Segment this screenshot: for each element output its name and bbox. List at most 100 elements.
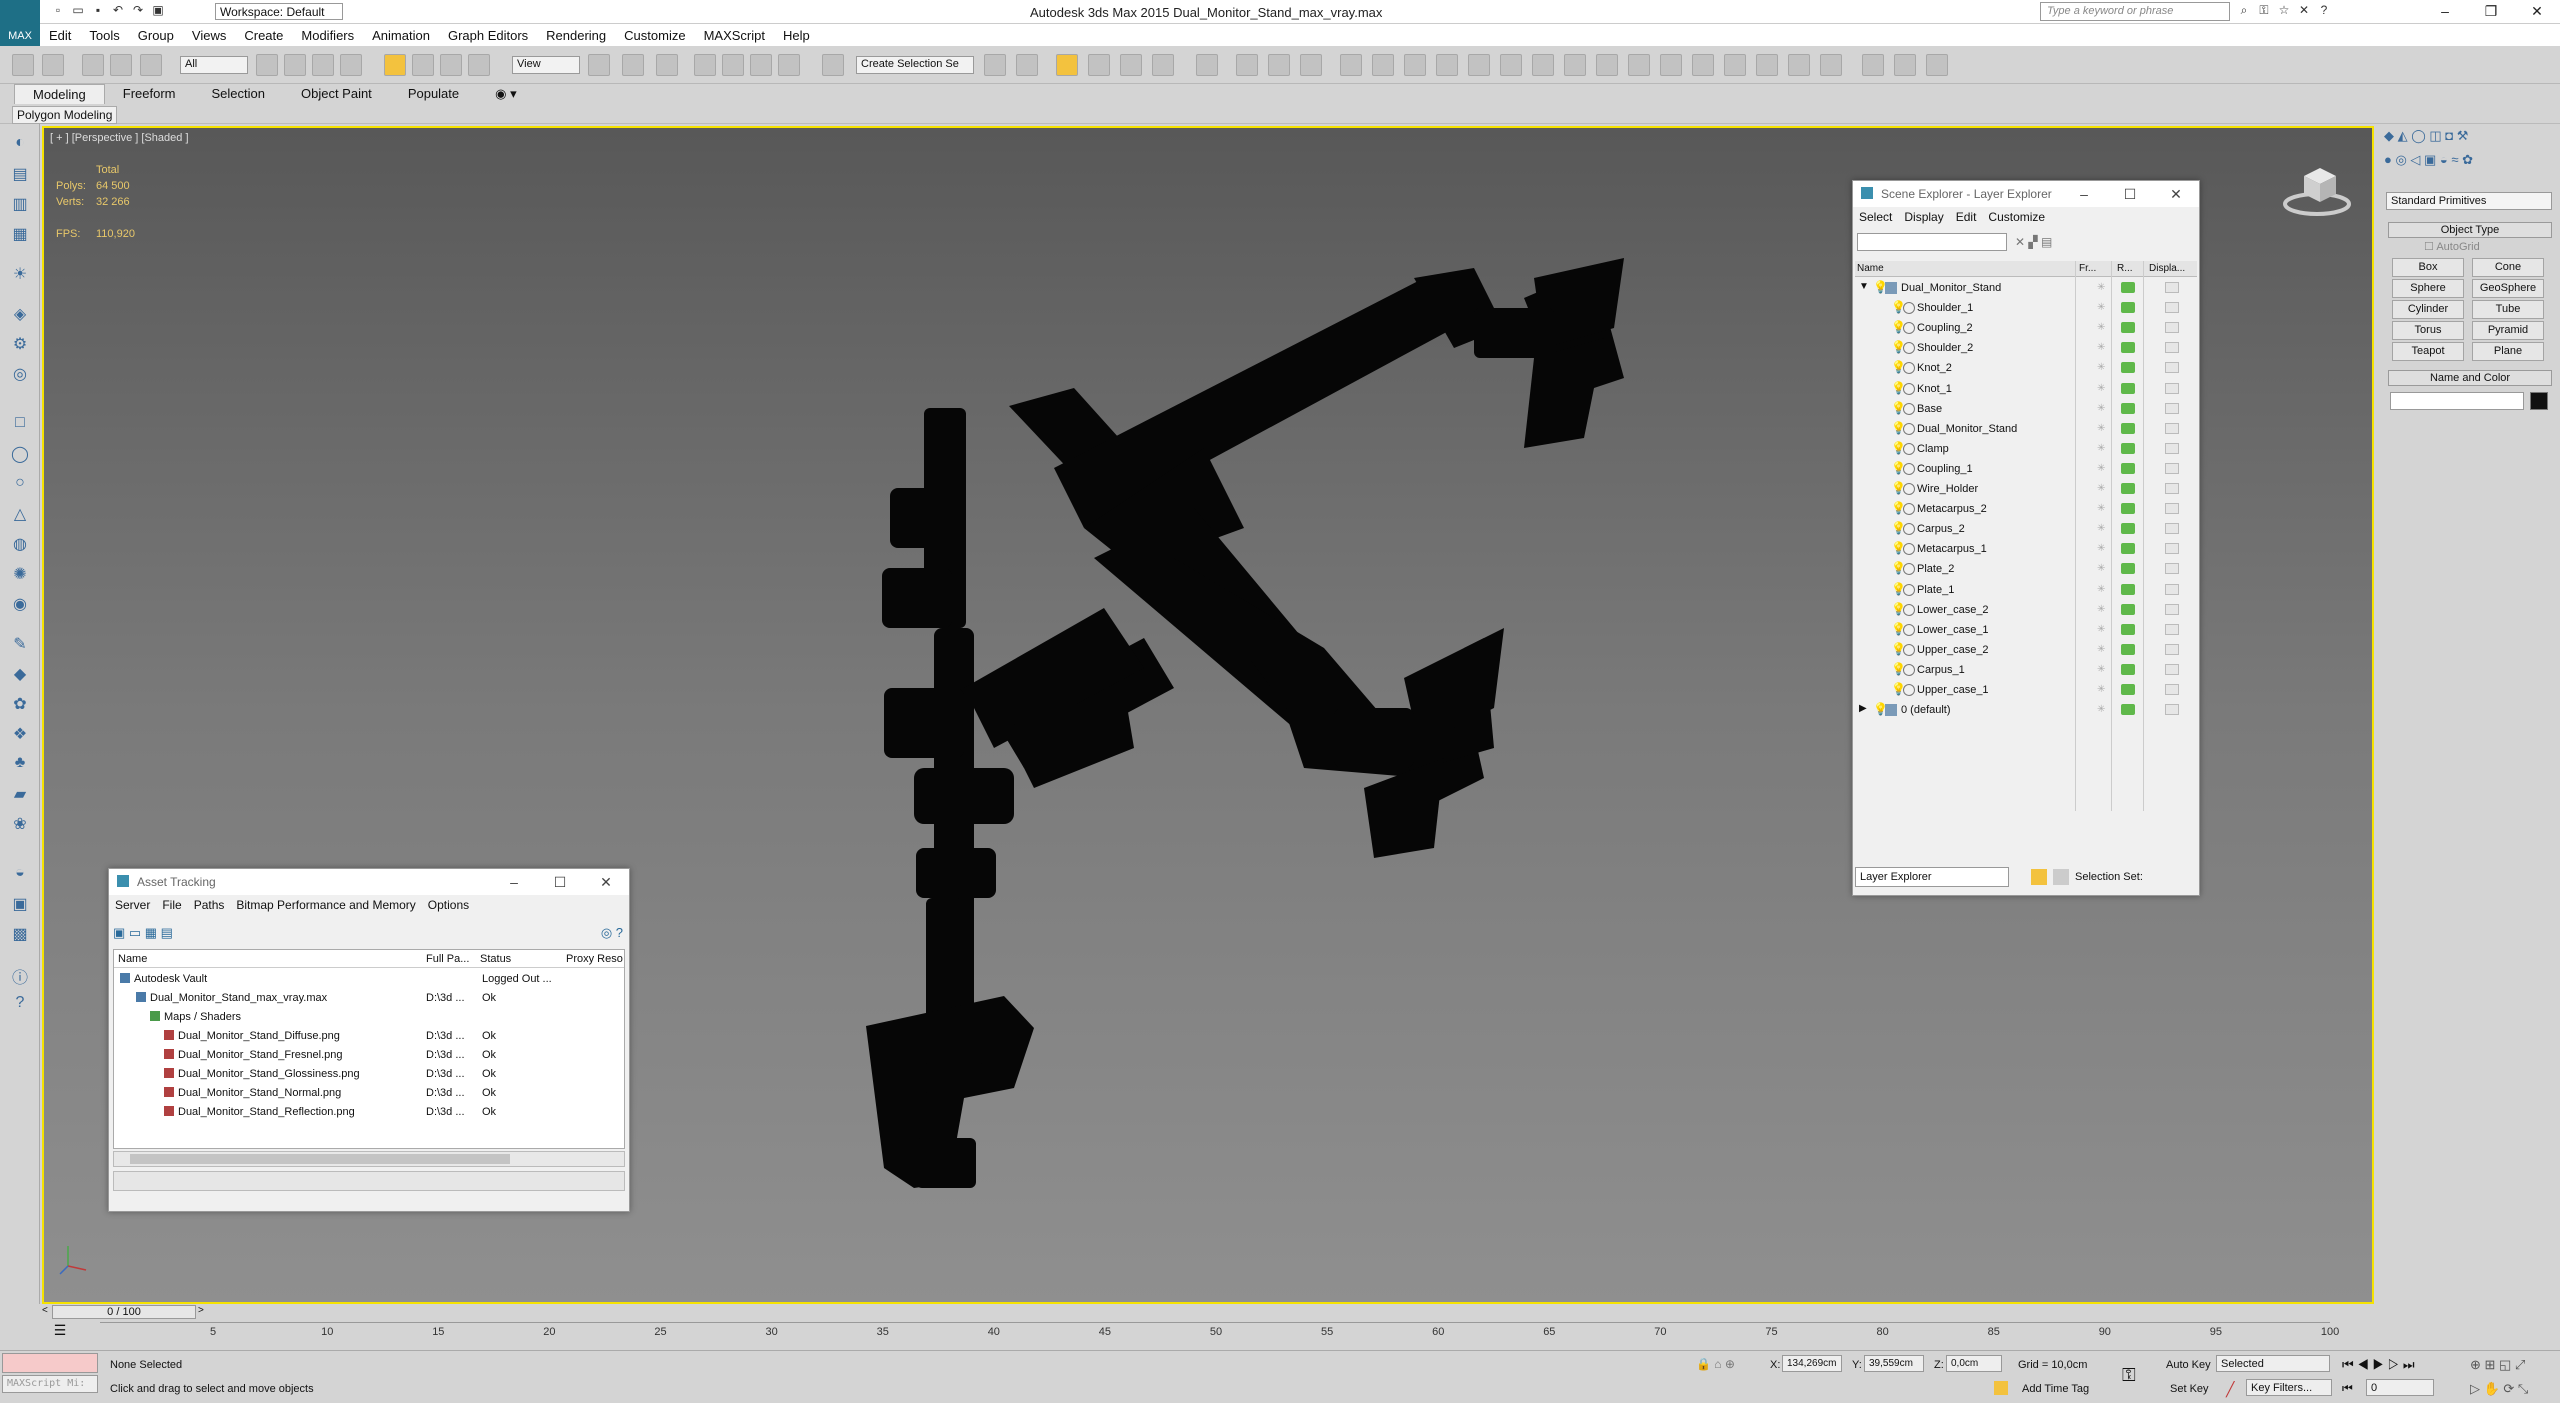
renderable-icon[interactable]	[2121, 563, 2135, 575]
display-icon[interactable]	[2165, 342, 2179, 354]
maxscript-listener[interactable]: MAXScript Mi:	[2, 1375, 98, 1393]
column-display[interactable]: Displa...	[2149, 263, 2185, 274]
display-icon[interactable]	[2165, 523, 2179, 535]
redo-button[interactable]	[42, 54, 64, 76]
vray-toolbar-button-12[interactable]	[1724, 54, 1746, 76]
unlink-button[interactable]	[110, 54, 132, 76]
y-coordinate-field[interactable]: 39,559cm	[1864, 1355, 1924, 1372]
column-freeze[interactable]: Fr...	[2079, 263, 2096, 274]
renderable-icon[interactable]	[2121, 342, 2135, 354]
project-folder-icon[interactable]: ▣	[150, 3, 166, 19]
renderable-icon[interactable]	[2121, 583, 2135, 595]
menu-modifiers[interactable]: Modifiers	[292, 24, 363, 46]
display-icon[interactable]	[2165, 503, 2179, 515]
object-row[interactable]: 💡 Knot_2 ✳	[1855, 358, 2197, 378]
teapot-button[interactable]: Teapot	[2392, 342, 2464, 361]
freeze-icon[interactable]: ✳	[2097, 624, 2107, 635]
command-panel-tabs[interactable]: ◆ ◭ ◯ ◫ ◘ ⚒	[2384, 128, 2468, 144]
current-frame-field[interactable]: 0	[2366, 1379, 2434, 1396]
display-icon[interactable]	[2165, 442, 2179, 454]
import-tool-icon[interactable]: ▩	[8, 924, 32, 946]
menu-animation[interactable]: Animation	[363, 24, 439, 46]
viewport-navigation-controls[interactable]: ⊕ ⊞ ◱ ⤢	[2470, 1357, 2525, 1373]
object-row[interactable]: 💡 Wire_Holder ✳	[1855, 479, 2197, 499]
modifier-tool-icon[interactable]: ◈	[8, 304, 32, 326]
light-tool-icon[interactable]: ☀	[8, 264, 32, 286]
key-filters-button[interactable]: Key Filters...	[2246, 1379, 2332, 1396]
vray-toolbar-button-13[interactable]	[1756, 54, 1778, 76]
globe-tool-icon[interactable]: ◒	[8, 864, 32, 886]
key-mode-dropdown[interactable]: Selected	[2216, 1355, 2330, 1372]
display-icon[interactable]	[2165, 422, 2179, 434]
filter-icons[interactable]: ✕ ▞ ▤	[2015, 235, 2052, 249]
tab-freeform[interactable]: Freeform	[105, 84, 194, 104]
expand-arrow-icon[interactable]: ▼	[1859, 281, 1869, 292]
object-row[interactable]: 💡 Lower_case_2 ✳	[1855, 600, 2197, 620]
display-icon[interactable]	[2165, 402, 2179, 414]
column-render[interactable]: R...	[2117, 263, 2133, 274]
menu-options[interactable]: Options	[422, 895, 475, 915]
menu-help[interactable]: Help	[774, 24, 819, 46]
snaps-toggle-button[interactable]	[694, 54, 716, 76]
renderable-icon[interactable]	[2121, 483, 2135, 494]
menu-server[interactable]: Server	[109, 895, 156, 915]
asset-row[interactable]: Dual_Monitor_Stand_Glossiness.png D:\3d .…	[116, 1065, 632, 1084]
freeze-icon[interactable]: ✳	[2097, 302, 2107, 313]
bind-space-warp-button[interactable]	[140, 54, 162, 76]
horizontal-scrollbar[interactable]	[113, 1151, 625, 1167]
menu-create[interactable]: Create	[235, 24, 292, 46]
camera-tool-icon[interactable]: ◐	[8, 134, 32, 156]
object-row[interactable]: 💡 Upper_case_1 ✳	[1855, 680, 2197, 700]
freeze-icon[interactable]: ✳	[2097, 523, 2107, 534]
tab-selection[interactable]: Selection	[194, 84, 283, 104]
set-key-icon[interactable]: ⚿	[2122, 1365, 2136, 1386]
pivot-center-button[interactable]	[588, 54, 610, 76]
object-row[interactable]: 💡 Coupling_2 ✳	[1855, 318, 2197, 338]
torus-tool-icon[interactable]: ◍	[8, 534, 32, 556]
vray-toolbar-button-7[interactable]	[1564, 54, 1586, 76]
freeze-icon[interactable]: ✳	[2097, 362, 2107, 373]
selection-filter-dropdown[interactable]: All	[180, 56, 248, 74]
close-window-icon[interactable]: ✕	[2514, 0, 2560, 22]
time-slider-thumb[interactable]: 0 / 100	[52, 1305, 196, 1319]
autogrid-checkbox[interactable]: ☐ AutoGrid	[2424, 240, 2480, 253]
track-bar-ruler[interactable]: 5 10 15 20 25 30 35 40 45 50 55 60 65 70 75 80 85 90 95 100	[100, 1322, 2339, 1344]
object-row[interactable]: 💡 Carpus_2 ✳	[1855, 519, 2197, 539]
lock-selection-icon[interactable]: 🔒 ⌂ ⊕	[1696, 1357, 1735, 1371]
vray-toolbar-button-8[interactable]	[1596, 54, 1618, 76]
renderable-icon[interactable]	[2121, 603, 2135, 615]
curve-editor-button[interactable]	[1152, 54, 1174, 76]
menu-customize[interactable]: Customize	[1982, 207, 2051, 227]
vray-toolbar-button-11[interactable]	[1692, 54, 1714, 76]
display-icon[interactable]	[2165, 583, 2179, 595]
plane-button[interactable]: Plane	[2472, 342, 2544, 361]
angle-snap-button[interactable]	[722, 54, 744, 76]
select-and-move-button[interactable]	[384, 54, 406, 76]
app-logo[interactable]: MAX	[0, 0, 40, 46]
vray-toolbar-button-6[interactable]	[1532, 54, 1554, 76]
renderable-icon[interactable]	[2121, 503, 2135, 515]
playback-controls[interactable]: ⏮ ◀ ▶ ▷ ⏭	[2342, 1357, 2415, 1373]
sphere-button[interactable]: Sphere	[2392, 279, 2464, 298]
asset-row[interactable]: Dual_Monitor_Stand_Diffuse.png D:\3d ... O…	[116, 1027, 632, 1046]
render-production-button[interactable]	[1340, 54, 1362, 76]
freeze-icon[interactable]: ✳	[2097, 342, 2107, 353]
freeze-icon[interactable]: ✳	[2097, 483, 2107, 494]
tab-populate[interactable]: Populate	[390, 84, 477, 104]
select-by-name-button[interactable]	[284, 54, 306, 76]
menu-rendering[interactable]: Rendering	[537, 24, 615, 46]
new-file-icon[interactable]: ▫	[50, 3, 66, 19]
hierarchy-tool-icon[interactable]: ⚙	[8, 334, 32, 356]
display-icon[interactable]	[2165, 483, 2179, 494]
help-icon[interactable]: ?	[2316, 3, 2332, 19]
help-tool-icon[interactable]: ?	[8, 994, 32, 1016]
motion-tool-icon[interactable]: ◎	[8, 364, 32, 386]
primitive-category-dropdown[interactable]: Standard Primitives	[2386, 192, 2552, 210]
menu-display[interactable]: Display	[1898, 207, 1949, 227]
select-object-button[interactable]	[256, 54, 278, 76]
display-icon[interactable]	[2165, 563, 2179, 575]
spinner-snap-button[interactable]	[778, 54, 800, 76]
render-setup-button[interactable]	[1268, 54, 1290, 76]
sphere-tool-icon[interactable]: ○	[8, 474, 32, 496]
object-color-swatch[interactable]	[2530, 392, 2548, 410]
